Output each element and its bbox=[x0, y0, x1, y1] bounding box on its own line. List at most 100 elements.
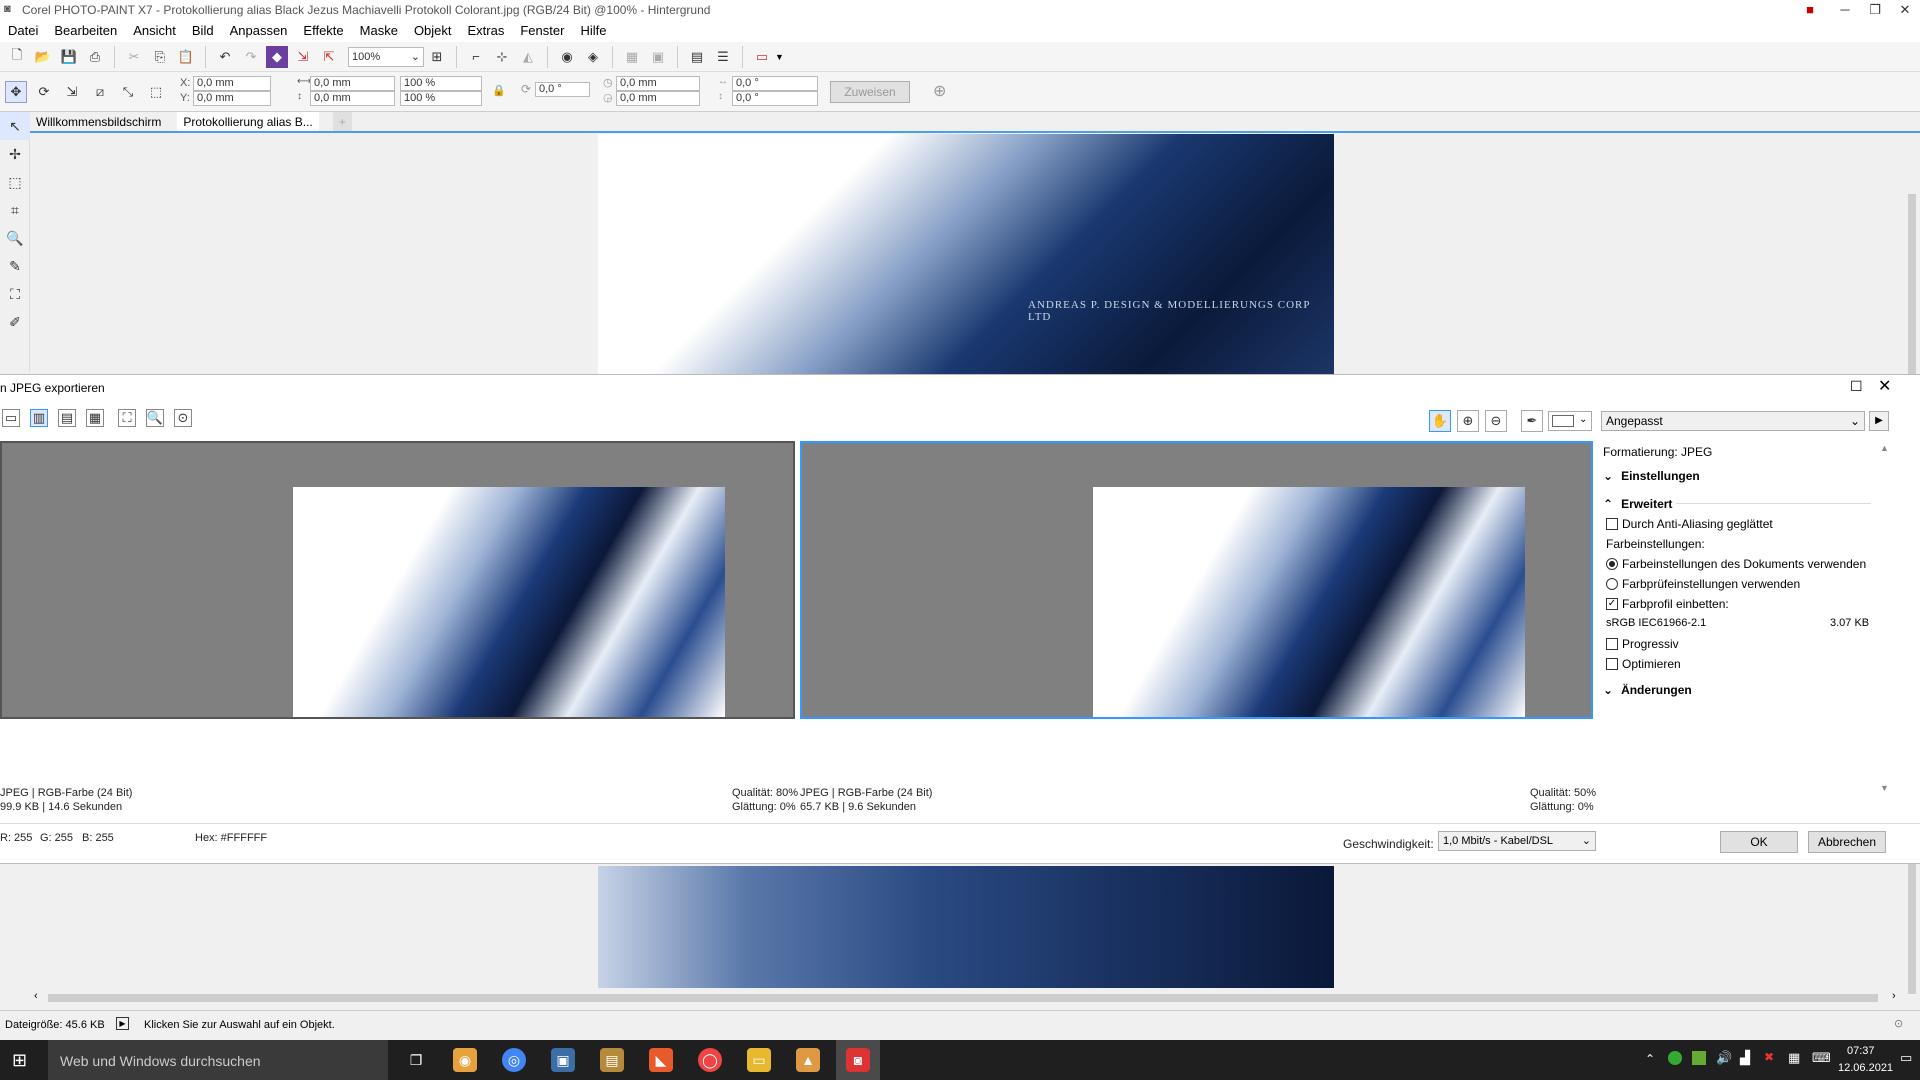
play-icon[interactable]: ▶ bbox=[1869, 411, 1889, 431]
perspective-icon[interactable]: ⬚ bbox=[145, 81, 167, 103]
tray-red-icon[interactable]: ✖ bbox=[1764, 1050, 1774, 1064]
menu-datei[interactable]: Datei bbox=[0, 20, 46, 42]
cancel-button[interactable]: Abbrechen bbox=[1808, 831, 1886, 853]
redo-icon[interactable]: ↷ bbox=[240, 46, 262, 68]
speed-select[interactable]: 1,0 Mbit/s - Kabel/DSL ⌄ bbox=[1438, 831, 1596, 851]
network-icon[interactable]: ▟ bbox=[1740, 1050, 1750, 1066]
tray-green-icon[interactable] bbox=[1668, 1051, 1682, 1065]
zoom-tool-icon[interactable]: 🔍 bbox=[0, 224, 30, 252]
undo-icon[interactable]: ↶ bbox=[214, 46, 236, 68]
menu-effekte[interactable]: Effekte bbox=[295, 20, 351, 42]
export-icon[interactable]: ⇱ bbox=[318, 46, 340, 68]
radio-doc-option[interactable]: Farbeinstellungen des Dokuments verwende… bbox=[1606, 557, 1866, 571]
section-advanced[interactable]: ⌃ Erweitert bbox=[1603, 497, 1677, 511]
corel-connect-icon[interactable]: ◆ bbox=[266, 45, 288, 68]
tab-document[interactable]: Protokollierung alias B... bbox=[177, 112, 319, 132]
mask-transform-icon[interactable]: ✢ bbox=[0, 140, 30, 168]
cut-icon[interactable]: ✂ bbox=[123, 46, 145, 68]
clock-date[interactable]: 12.06.2021 bbox=[1838, 1062, 1893, 1074]
h-scroll-thumb[interactable] bbox=[48, 994, 1878, 1002]
menu-bearbeiten[interactable]: Bearbeiten bbox=[46, 20, 125, 42]
menu-fenster[interactable]: Fenster bbox=[512, 20, 572, 42]
add-tab-icon[interactable]: + bbox=[332, 112, 352, 132]
opera-icon[interactable]: ◯ bbox=[698, 1048, 722, 1072]
section-changes[interactable]: ⌄ Änderungen bbox=[1603, 683, 1692, 697]
new-icon[interactable]: 🗋 bbox=[6, 46, 28, 68]
chrome-icon[interactable]: ◎ bbox=[502, 1048, 526, 1072]
zoom-full-icon[interactable]: 🔍 bbox=[146, 409, 164, 427]
object-lock-icon[interactable]: ▣ bbox=[647, 46, 669, 68]
zoom-in-icon[interactable]: ⊕ bbox=[1457, 410, 1479, 432]
height-field[interactable]: 0,0 mm bbox=[310, 91, 395, 106]
fit-view-icon[interactable]: ⛶ bbox=[118, 409, 136, 427]
play-icon[interactable]: ▶ bbox=[116, 1017, 129, 1030]
chevron-down-icon[interactable]: ▼ bbox=[775, 52, 784, 62]
red-eye-tool-icon[interactable]: ✎ bbox=[0, 252, 30, 280]
media-app-icon[interactable]: ▤ bbox=[600, 1048, 624, 1072]
rectangle-mask-icon[interactable]: ⬚ bbox=[0, 168, 30, 196]
section-settings[interactable]: ⌄ Einstellungen bbox=[1603, 469, 1700, 483]
office-app-icon[interactable]: ◣ bbox=[649, 1048, 673, 1072]
pick-tool-icon[interactable]: ↖ bbox=[0, 112, 30, 140]
open-icon[interactable]: 📂 bbox=[32, 46, 54, 68]
skew-h-field[interactable]: 0,0 ° bbox=[732, 76, 818, 91]
crop-tool-icon[interactable]: ⌗ bbox=[0, 196, 30, 224]
optimize-checkbox[interactable] bbox=[1606, 658, 1618, 670]
progressive-option[interactable]: Progressiv bbox=[1606, 637, 1679, 651]
zoom-out-icon[interactable]: ⊖ bbox=[1485, 410, 1507, 432]
distort-icon[interactable]: ⤡ bbox=[117, 81, 139, 103]
side-by-side-view-icon[interactable]: ▥ bbox=[30, 409, 48, 427]
mask-overlay-icon[interactable]: ◉ bbox=[556, 46, 578, 68]
assign-button[interactable]: Zuweisen bbox=[830, 81, 910, 103]
x-field[interactable]: 0,0 mm bbox=[193, 76, 271, 91]
minimize-button[interactable]: ─ bbox=[1830, 0, 1860, 20]
notifications-icon[interactable]: ▭ bbox=[1900, 1050, 1912, 1066]
app-launcher-icon[interactable]: ▤ bbox=[686, 46, 708, 68]
game-app-icon[interactable]: ▲ bbox=[796, 1048, 820, 1072]
save-icon[interactable]: 💾 bbox=[58, 46, 80, 68]
menu-ansicht[interactable]: Ansicht bbox=[125, 20, 184, 42]
center-y-field[interactable]: 0,0 mm bbox=[616, 91, 700, 106]
volume-icon[interactable]: 🔊 bbox=[1716, 1050, 1732, 1066]
import-icon[interactable]: ⇲ bbox=[292, 46, 314, 68]
skew-icon[interactable]: ⧄ bbox=[89, 81, 111, 103]
width-field[interactable]: 0,0 mm bbox=[310, 76, 395, 91]
fill-tool-icon[interactable]: ⛶ bbox=[0, 280, 30, 308]
embed-profile-option[interactable]: ✓ Farbprofil einbetten: bbox=[1606, 597, 1729, 611]
paint-tool-icon[interactable]: ✐ bbox=[0, 308, 30, 336]
status-options-icon[interactable]: ⊙ bbox=[1894, 1017, 1903, 1030]
antialias-checkbox[interactable] bbox=[1606, 518, 1618, 530]
radio-proof[interactable] bbox=[1606, 578, 1618, 590]
preset-select[interactable]: Angepasst ⌄ bbox=[1601, 411, 1865, 431]
scroll-up-icon[interactable]: ▲ bbox=[1880, 443, 1889, 453]
color-swatch-select[interactable]: ⌄ bbox=[1548, 411, 1592, 431]
preview-left[interactable] bbox=[0, 441, 795, 719]
quad-view-icon[interactable]: ▦ bbox=[86, 409, 104, 427]
hand-tool-icon[interactable]: ✋ bbox=[1429, 410, 1451, 432]
scale-width-field[interactable]: 100 % bbox=[400, 76, 482, 91]
clock-time[interactable]: 07:37 bbox=[1847, 1045, 1875, 1057]
user-icon[interactable]: ■ bbox=[1795, 0, 1825, 20]
close-icon[interactable]: ✕ bbox=[1878, 376, 1891, 396]
search-box[interactable]: Web und Windows durchsuchen bbox=[48, 1040, 388, 1080]
eyedropper-icon[interactable]: ✒ bbox=[1521, 410, 1543, 432]
guides-icon[interactable]: ◭ bbox=[517, 46, 539, 68]
y-field[interactable]: 0,0 mm bbox=[193, 91, 271, 106]
menu-extras[interactable]: Extras bbox=[460, 20, 513, 42]
horizontal-scrollbar[interactable]: ‹ › bbox=[30, 990, 1904, 1006]
preview-right[interactable] bbox=[800, 441, 1593, 719]
print-icon[interactable]: ⎙ bbox=[84, 46, 106, 68]
grid-icon[interactable]: ⊹ bbox=[491, 46, 513, 68]
embed-profile-checkbox[interactable]: ✓ bbox=[1606, 598, 1618, 610]
scroll-down-icon[interactable]: ▼ bbox=[1880, 783, 1889, 793]
lock-icon[interactable]: 🔒 bbox=[492, 84, 506, 97]
zoom-100-icon[interactable]: ⊙ bbox=[174, 409, 192, 427]
welcome-icon[interactable]: ▭ bbox=[751, 46, 773, 68]
scale-icon[interactable]: ⇲ bbox=[61, 81, 83, 103]
image-viewer-icon[interactable]: ▣ bbox=[551, 1048, 575, 1072]
windows-start-icon[interactable]: ⊞ bbox=[12, 1050, 27, 1071]
mask-marquee-icon[interactable]: ◈ bbox=[582, 46, 604, 68]
scale-height-field[interactable]: 100 % bbox=[400, 91, 482, 106]
progressive-checkbox[interactable] bbox=[1606, 638, 1618, 650]
angle-field[interactable]: 0,0 ° bbox=[535, 82, 590, 97]
